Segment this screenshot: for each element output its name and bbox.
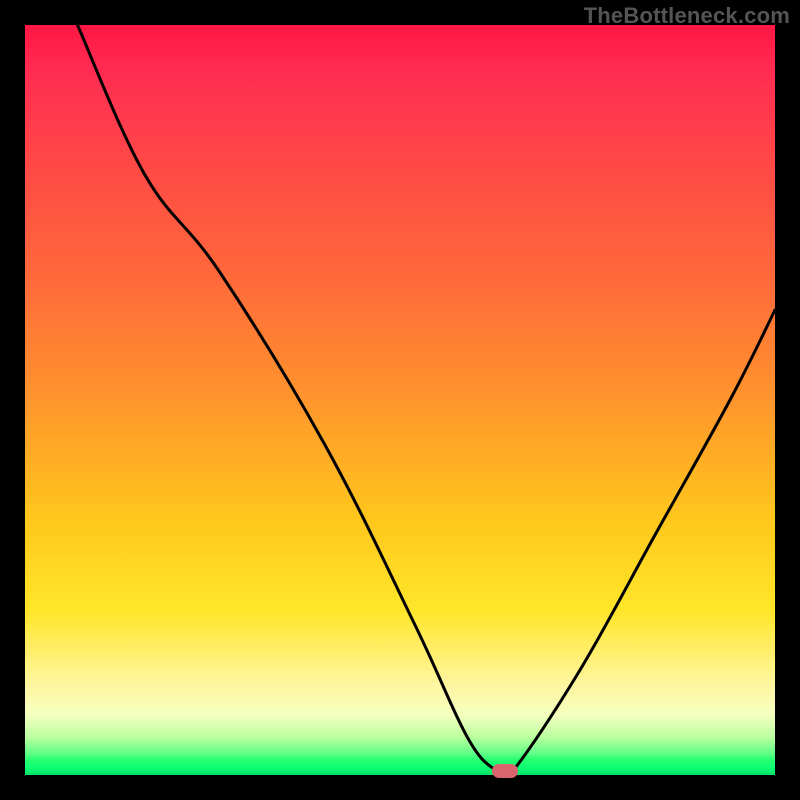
watermark-text: TheBottleneck.com (584, 3, 790, 29)
bottleneck-curve (25, 25, 775, 775)
optimal-marker (492, 764, 518, 778)
plot-outer (25, 25, 775, 775)
curve-path (78, 25, 776, 775)
chart-frame: TheBottleneck.com (0, 0, 800, 800)
